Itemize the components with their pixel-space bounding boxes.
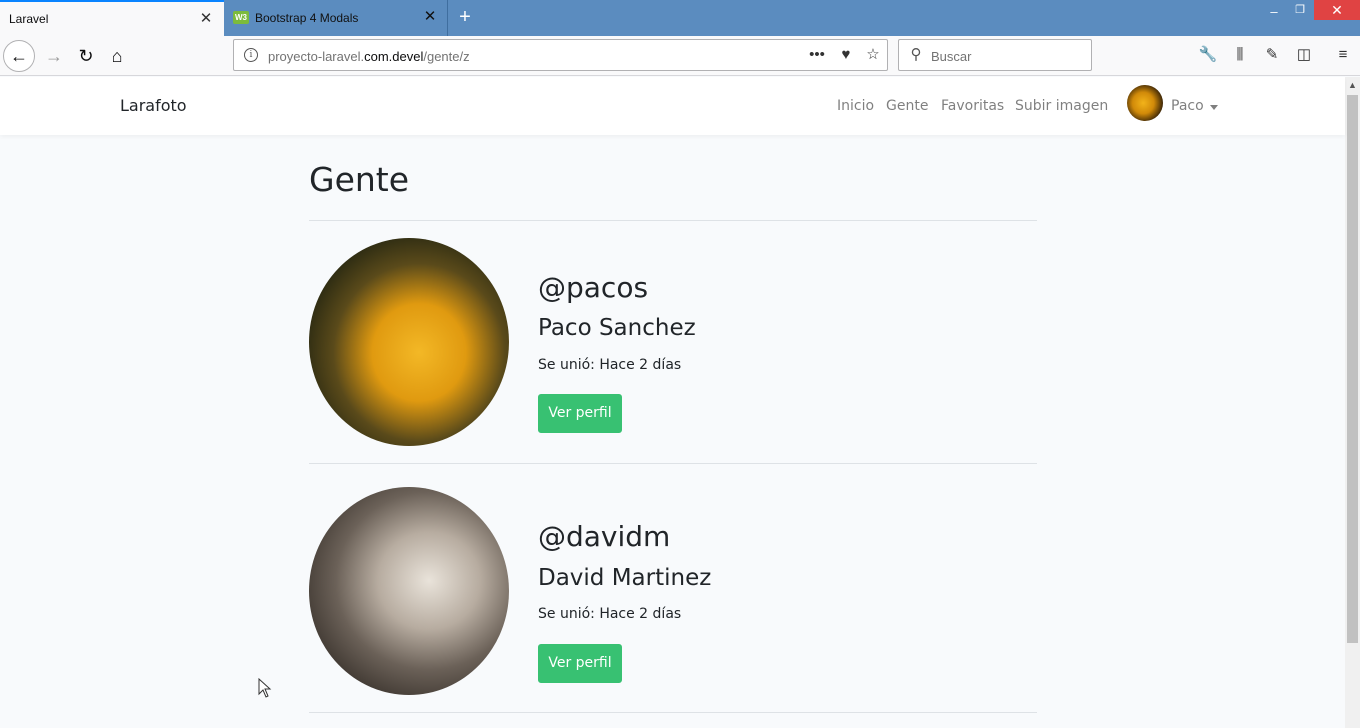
nav-link-gente[interactable]: Gente [886,98,928,114]
more-actions-icon[interactable]: ••• [808,46,826,64]
tab-bootstrap-modals[interactable]: W3 Bootstrap 4 Modals ✕ [224,0,448,36]
nav-toolbar: ← → ↻ ⌂ i proyecto-laravel.com.devel/gen… [0,36,1360,76]
view-profile-button[interactable]: Ver perfil [538,394,622,433]
url-text: proyecto-laravel.com.devel/gente/z [268,49,470,64]
user-nick: @pacos [538,271,649,304]
minimize-icon[interactable]: – [1266,4,1282,19]
mouse-cursor-icon [258,678,272,698]
user-fullname: Paco Sanchez [538,315,696,341]
view-profile-button[interactable]: Ver perfil [538,644,622,683]
user-dropdown[interactable]: Paco [1171,98,1204,114]
url-path: /gente/z [423,49,470,64]
site-navbar: Larafoto Inicio Gente Favoritas Subir im… [0,77,1345,135]
restore-icon[interactable]: ❐ [1292,3,1308,17]
user-nick: @davidm [538,520,671,553]
tab-title: Bootstrap 4 Modals [255,11,359,25]
pocket-icon[interactable]: ♥ [837,46,855,64]
search-icon: ⚲ [910,46,922,63]
search-placeholder: Buscar [931,49,972,64]
tab-title: Laravel [9,12,49,26]
eyedropper-icon[interactable]: ✎ [1261,44,1283,66]
user-fullname: David Martinez [538,565,712,591]
search-input[interactable]: ⚲ Buscar [898,39,1092,71]
brand-link[interactable]: Larafoto [120,96,187,115]
close-tab-icon[interactable]: ✕ [198,11,214,27]
library-icon[interactable]: ⫼ [1229,44,1251,66]
back-arrow-icon[interactable]: ← [3,40,35,72]
join-date: Se unió: Hace 2 días [538,357,682,373]
tab-strip: Laravel ✕ W3 Bootstrap 4 Modals ✕ + – ❐ … [0,0,1360,36]
menu-icon[interactable]: ≡ [1332,44,1354,66]
url-domain: com.devel [364,49,424,64]
wrench-icon[interactable]: 🔧 [1197,44,1219,66]
divider [309,220,1037,221]
page-scrollbar[interactable]: ▲ [1345,77,1360,728]
sidebar-icon[interactable]: ◫ [1293,44,1315,66]
join-date: Se unió: Hace 2 días [538,606,682,622]
reload-icon[interactable]: ↻ [70,40,102,72]
info-icon[interactable]: i [244,48,258,62]
divider [309,463,1037,464]
tab-laravel[interactable]: Laravel ✕ [0,0,224,36]
close-tab-icon[interactable]: ✕ [422,9,438,25]
url-prefix: proyecto-laravel. [268,49,365,64]
w3-favicon-icon: W3 [233,11,249,24]
bookmark-star-icon[interactable]: ☆ [864,46,882,64]
address-bar[interactable]: i proyecto-laravel.com.devel/gente/z •••… [233,39,888,71]
window-close-icon[interactable]: ✕ [1314,0,1360,20]
nav-link-favoritas[interactable]: Favoritas [941,98,1004,114]
divider [309,712,1037,713]
chevron-down-icon[interactable] [1210,105,1218,110]
nav-link-subir-imagen[interactable]: Subir imagen [1015,98,1108,114]
home-icon[interactable]: ⌂ [101,40,133,72]
page-title: Gente [309,160,410,199]
forward-arrow-icon[interactable]: → [38,40,70,72]
profile-image [309,238,509,446]
scroll-up-icon[interactable]: ▲ [1348,80,1357,90]
profile-image [309,487,509,695]
new-tab-icon[interactable]: + [455,6,475,28]
avatar[interactable] [1127,85,1163,121]
scroll-thumb[interactable] [1347,95,1358,643]
nav-link-inicio[interactable]: Inicio [837,98,874,114]
